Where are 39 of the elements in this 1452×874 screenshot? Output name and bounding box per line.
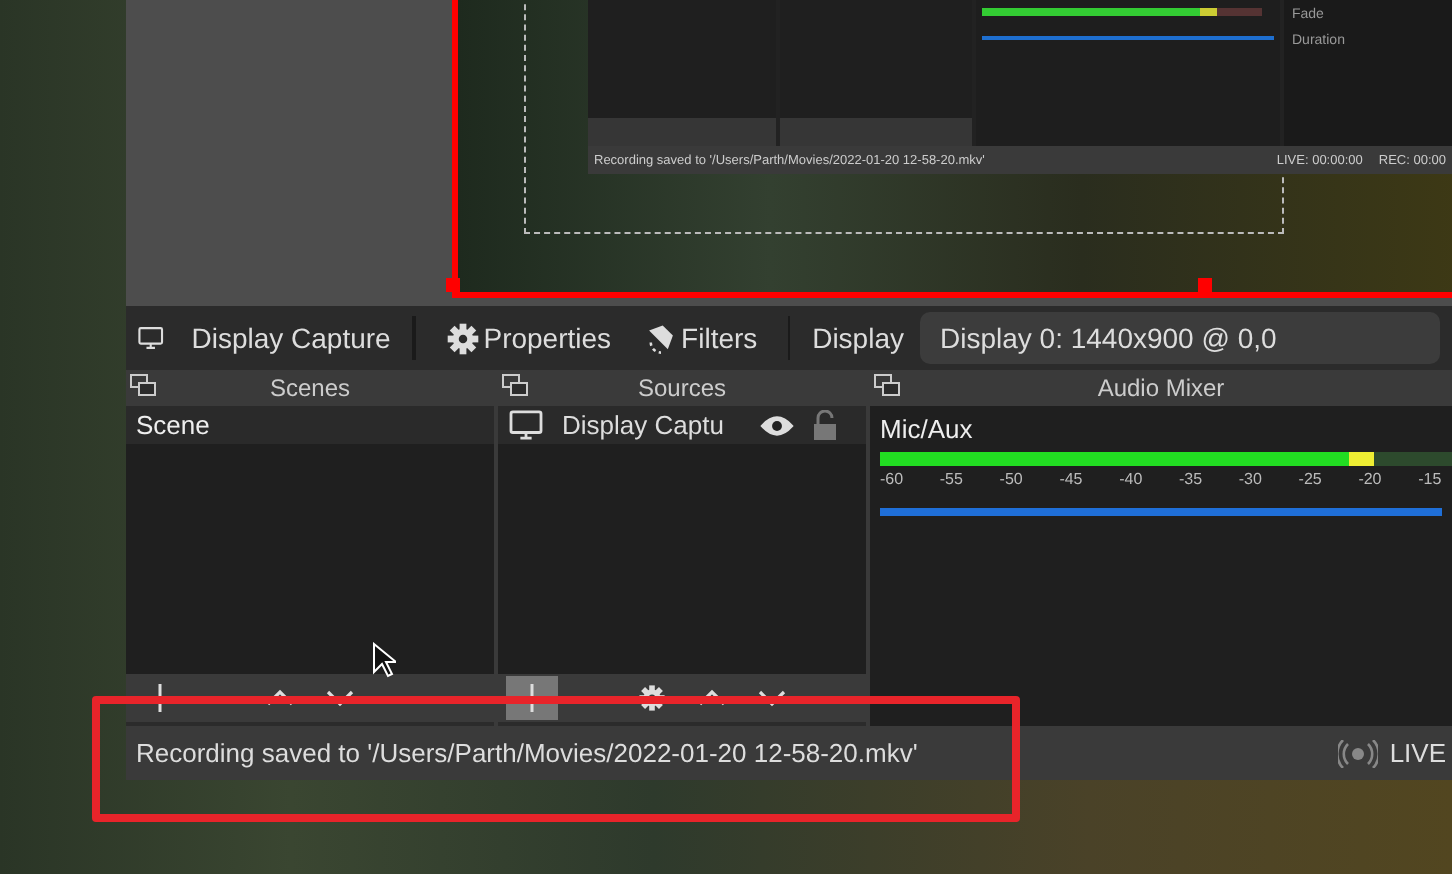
dock-icon[interactable] <box>130 374 156 396</box>
meter-tick-label: -35 <box>1179 470 1203 488</box>
channel-name: Mic/Aux <box>880 414 975 444</box>
meter-tick-label: -60 <box>880 470 904 488</box>
scene-item[interactable]: Scene <box>126 406 494 444</box>
meter-tick-label: -55 <box>939 470 963 488</box>
source-label: Display Captu <box>562 410 726 440</box>
meter-tick-label: -15 <box>1418 470 1442 488</box>
panel-title: Audio Mixer <box>1097 374 1225 402</box>
display-label: Display <box>812 322 904 354</box>
display-dropdown[interactable]: Display 0: 1440x900 @ 0,0 <box>919 312 1440 364</box>
source-item[interactable]: Display Captu <box>498 406 866 444</box>
dock-icon[interactable] <box>874 374 900 396</box>
meter-tick-label: -50 <box>999 470 1023 488</box>
resize-handle[interactable] <box>446 278 460 292</box>
filters-button[interactable]: Filters <box>635 321 766 355</box>
volume-slider[interactable] <box>880 508 1442 516</box>
resize-handle[interactable] <box>1198 278 1212 292</box>
dock-icon[interactable] <box>502 374 528 396</box>
filter-icon <box>643 321 678 355</box>
gear-icon <box>638 684 666 712</box>
panel-title: Scenes <box>269 374 351 402</box>
status-message: Recording saved to '/Users/Parth/Movies/2022-01-20 12-58-20.mkv' <box>136 738 918 768</box>
panel-title: Sources <box>637 374 727 402</box>
meter-tick-label: -40 <box>1119 470 1143 488</box>
meter-tick-label: -30 <box>1238 470 1262 488</box>
unlocked-lock-icon[interactable] <box>812 410 838 440</box>
monitor-icon <box>508 410 544 440</box>
broadcast-icon <box>1337 739 1378 767</box>
gear-icon <box>445 321 480 355</box>
live-indicator: LIVE <box>1389 738 1446 768</box>
properties-button[interactable]: Properties <box>437 321 620 355</box>
source-name: Display Capture <box>191 322 391 354</box>
eye-icon[interactable] <box>760 413 794 437</box>
meter-tick-label: -20 <box>1358 470 1382 488</box>
meter-tick-label: -25 <box>1298 470 1322 488</box>
monitor-icon <box>138 322 164 354</box>
meter-tick-label: -45 <box>1059 470 1083 488</box>
mouse-cursor-icon <box>372 642 396 678</box>
